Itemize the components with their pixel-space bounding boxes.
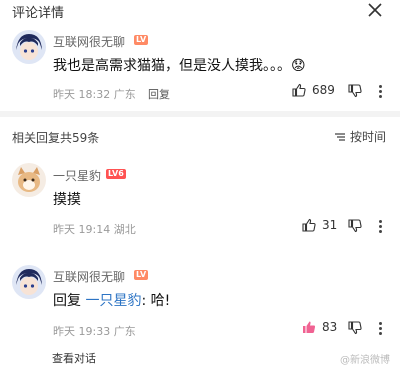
like-count: 83 xyxy=(322,320,338,334)
reply-text: 回复 一只星豹: 哈! xyxy=(53,290,170,310)
reply-button[interactable]: 回复 xyxy=(148,86,170,102)
reply-meta: 昨天 19:33 广东 xyxy=(53,323,136,339)
reply-body: : 哈! xyxy=(141,293,171,309)
location: 广东 xyxy=(113,88,136,101)
reply-meta: 昨天 19:14 湖北 xyxy=(53,221,136,237)
username[interactable]: 互联网很无聊 xyxy=(53,33,125,50)
more-options-icon[interactable] xyxy=(379,218,383,235)
comment-text: 我也是高需求猫猫，但是没人摸我。。。😟 xyxy=(53,58,306,74)
like-button[interactable]: 689 xyxy=(292,83,335,97)
like-button[interactable]: 31 xyxy=(302,218,337,232)
sort-toggle[interactable]: 按时间 xyxy=(334,128,386,145)
timestamp: 昨天 18:32 xyxy=(53,88,111,101)
replies-count: 相关回复共59条 xyxy=(12,131,100,145)
view-conversation-link[interactable]: 查看对话 xyxy=(52,350,96,366)
more-options-icon[interactable] xyxy=(379,83,383,100)
thumbs-down-icon[interactable] xyxy=(348,321,362,335)
thumbs-down-icon[interactable] xyxy=(348,219,362,233)
username[interactable]: 一只星豹 xyxy=(53,167,101,184)
thumbs-up-icon xyxy=(292,83,306,97)
timestamp: 昨天 19:33 xyxy=(53,325,111,338)
like-count: 31 xyxy=(322,218,338,232)
sort-icon xyxy=(334,132,345,141)
level-badge: LV6 xyxy=(106,169,126,179)
thumbs-up-icon xyxy=(302,218,316,232)
like-count: 689 xyxy=(312,83,335,97)
more-options-icon[interactable] xyxy=(379,320,383,337)
cat-avatar-icon xyxy=(12,163,46,197)
anime-avatar-icon xyxy=(12,30,46,64)
close-icon[interactable] xyxy=(366,1,384,19)
comment-meta: 昨天 18:32 广东 xyxy=(53,86,136,102)
like-button[interactable]: 83 xyxy=(302,320,337,334)
section-divider xyxy=(0,111,400,117)
avatar[interactable] xyxy=(12,30,46,64)
thumbs-down-icon[interactable] xyxy=(348,84,362,98)
reply-prefix: 回复 xyxy=(53,293,81,309)
thumbs-up-filled-icon xyxy=(303,321,316,333)
reply-text: 摸摸 xyxy=(53,192,81,208)
sort-label: 按时间 xyxy=(349,130,386,144)
location: 广东 xyxy=(113,325,136,338)
level-badge: LV xyxy=(134,270,149,280)
location: 湖北 xyxy=(113,223,136,236)
username[interactable]: 互联网很无聊 xyxy=(53,268,125,285)
avatar[interactable] xyxy=(12,265,46,299)
mention-link[interactable]: 一只星豹 xyxy=(85,293,141,309)
timestamp: 昨天 19:14 xyxy=(53,223,111,236)
watermark: @新浪微博 xyxy=(340,355,390,366)
page-title: 评论详情 xyxy=(12,6,65,21)
avatar[interactable] xyxy=(12,163,46,197)
level-badge: LV xyxy=(134,35,149,45)
header: 评论详情 xyxy=(0,0,400,24)
anime-avatar-icon xyxy=(12,265,46,299)
